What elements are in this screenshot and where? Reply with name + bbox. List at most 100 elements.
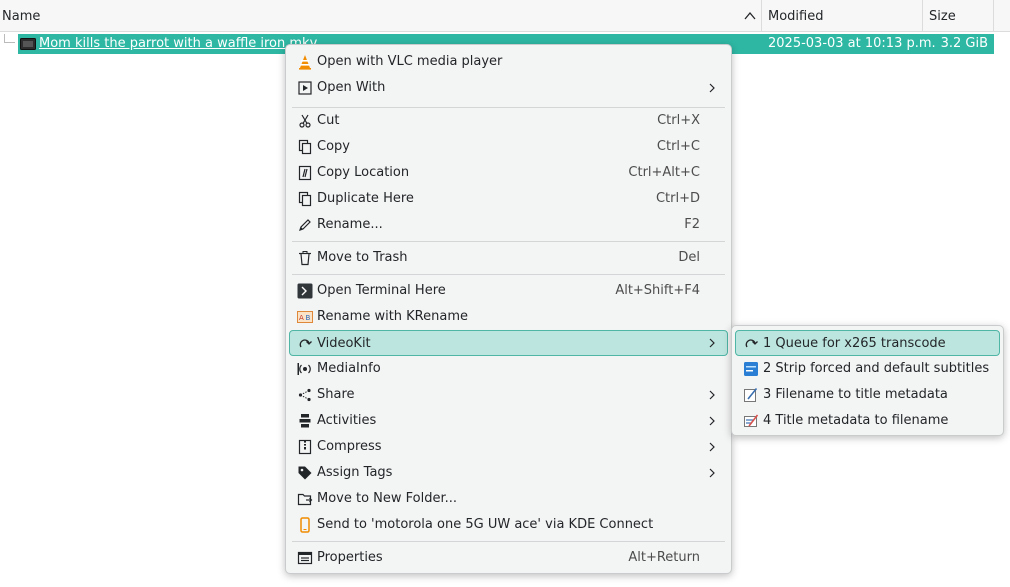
menu-item-copy[interactable]: Copy Ctrl+C [289, 134, 728, 160]
menu-item-rename[interactable]: Rename... F2 [289, 212, 728, 238]
column-name[interactable]: Name [0, 0, 762, 32]
submenu-label: 3 Filename to title metadata [763, 387, 948, 402]
trash-icon [299, 251, 311, 266]
menu-item-properties[interactable]: Properties Alt+Return [289, 545, 728, 571]
subtitles-icon [744, 362, 758, 376]
menu-item-open-with[interactable]: Open With [289, 75, 728, 101]
submenu-item-title-to-filename[interactable]: 4 Title metadata to filename [735, 408, 1000, 434]
menu-label: Open with VLC media player [317, 54, 503, 69]
submenu-item-filename-to-title[interactable]: 3 Filename to title metadata [735, 382, 1000, 408]
duplicate-icon [298, 191, 312, 207]
submenu-label: 1 Queue for x265 transcode [763, 336, 946, 351]
menu-separator [292, 274, 725, 275]
menu-label: Move to New Folder... [317, 491, 458, 506]
menu-item-mediainfo[interactable]: MediaInfo [289, 356, 728, 382]
file-size: 3.2 GiB [940, 36, 988, 51]
sort-ascending-icon[interactable] [744, 10, 756, 22]
chevron-right-icon [709, 442, 715, 452]
redo-arrow-icon [745, 339, 758, 348]
menu-label: Cut [317, 113, 340, 128]
menu-shortcut: Ctrl+D [655, 191, 700, 206]
menu-separator [292, 541, 725, 542]
tree-branch [4, 34, 15, 43]
menu-label: Send to 'motorola one 5G UW ace' via KDE… [317, 517, 654, 532]
menu-item-copy-location[interactable]: Copy Location Ctrl+Alt+C [289, 160, 728, 186]
copy-icon [298, 139, 312, 155]
chevron-right-icon [709, 390, 715, 400]
column-size[interactable]: Size [923, 0, 994, 32]
column-name-label: Name [2, 9, 41, 24]
submenu-label: 4 Title metadata to filename [763, 413, 949, 428]
edit-metadata-icon [744, 387, 758, 402]
redo-arrow-icon [299, 339, 312, 348]
open-with-icon [298, 81, 312, 95]
properties-icon [297, 551, 313, 565]
menu-shortcut: Del [678, 250, 700, 265]
menu-item-cut[interactable]: Cut Ctrl+X [289, 108, 728, 134]
menu-item-assign-tags[interactable]: Assign Tags [289, 460, 728, 486]
submenu-item-strip-subtitles[interactable]: 2 Strip forced and default subtitles [735, 356, 1000, 382]
archive-icon [298, 439, 312, 455]
menu-item-krename[interactable]: A B Rename with KRename [289, 304, 728, 330]
menu-item-videokit[interactable]: VideoKit [289, 330, 728, 356]
menu-label: Compress [317, 439, 382, 454]
menu-shortcut: Alt+Return [628, 550, 700, 565]
menu-shortcut: F2 [684, 217, 700, 232]
menu-shortcut: Ctrl+Alt+C [628, 165, 700, 180]
smartphone-icon [300, 517, 310, 533]
menu-label: Share [317, 387, 355, 402]
menu-shortcut: Ctrl+X [657, 113, 700, 128]
menu-label: Move to Trash [317, 250, 408, 265]
menu-shortcut: Alt+Shift+F4 [615, 283, 700, 298]
menu-separator [292, 241, 725, 242]
menu-shortcut: Ctrl+C [656, 139, 700, 154]
menu-item-share[interactable]: Share [289, 382, 728, 408]
menu-label: Rename... [317, 217, 383, 232]
menu-item-duplicate[interactable]: Duplicate Here Ctrl+D [289, 186, 728, 212]
submenu-item-queue-x265[interactable]: 1 Queue for x265 transcode [735, 330, 1000, 356]
menu-label: Duplicate Here [317, 191, 414, 206]
chevron-right-icon [709, 83, 715, 93]
menu-label: Properties [317, 550, 383, 565]
menu-item-open-vlc[interactable]: Open with VLC media player [289, 49, 728, 75]
menu-label: Rename with KRename [317, 309, 468, 324]
file-modified: 2025-03-03 at 10:13 p.m. [768, 36, 936, 51]
scissors-icon [299, 114, 311, 128]
menu-item-kde-connect[interactable]: Send to 'motorola one 5G UW ace' via KDE… [289, 512, 728, 538]
terminal-icon [297, 283, 313, 299]
chevron-right-icon [709, 468, 715, 478]
menu-item-move-new-folder[interactable]: Move to New Folder... [289, 486, 728, 512]
videokit-submenu: 1 Queue for x265 transcode 2 Strip force… [731, 325, 1004, 436]
chevron-right-icon [709, 416, 715, 426]
activities-icon [299, 414, 311, 428]
menu-item-open-terminal[interactable]: Open Terminal Here Alt+Shift+F4 [289, 278, 728, 304]
menu-label: Activities [317, 413, 377, 428]
column-modified[interactable]: Modified [762, 0, 923, 32]
menu-item-activities[interactable]: Activities [289, 408, 728, 434]
mediainfo-icon [297, 363, 311, 375]
share-icon [298, 388, 311, 402]
context-menu: Open with VLC media player Open With Cut… [285, 44, 732, 574]
chevron-right-icon [709, 338, 715, 348]
svg-text:A: A [299, 314, 304, 322]
menu-label: MediaInfo [317, 361, 381, 376]
rename-metadata-icon [744, 414, 759, 427]
new-folder-icon [297, 493, 313, 506]
menu-label: Assign Tags [317, 465, 393, 480]
pencil-icon [299, 219, 311, 231]
submenu-label: 2 Strip forced and default subtitles [763, 361, 990, 376]
krename-icon: A B [297, 311, 313, 323]
column-header: Name Modified Size [0, 0, 1010, 32]
video-file-icon [20, 38, 36, 50]
menu-item-compress[interactable]: Compress [289, 434, 728, 460]
vlc-icon [299, 55, 311, 70]
menu-label: Copy Location [317, 165, 410, 180]
tag-icon [298, 466, 312, 480]
menu-label: Open With [317, 80, 386, 95]
copy-location-icon [298, 165, 312, 181]
file-name[interactable]: Mom kills the parrot with a waffle iron.… [39, 35, 317, 53]
menu-label: Open Terminal Here [317, 283, 446, 298]
column-modified-label: Modified [768, 9, 824, 24]
menu-item-trash[interactable]: Move to Trash Del [289, 245, 728, 271]
column-size-label: Size [929, 9, 956, 24]
